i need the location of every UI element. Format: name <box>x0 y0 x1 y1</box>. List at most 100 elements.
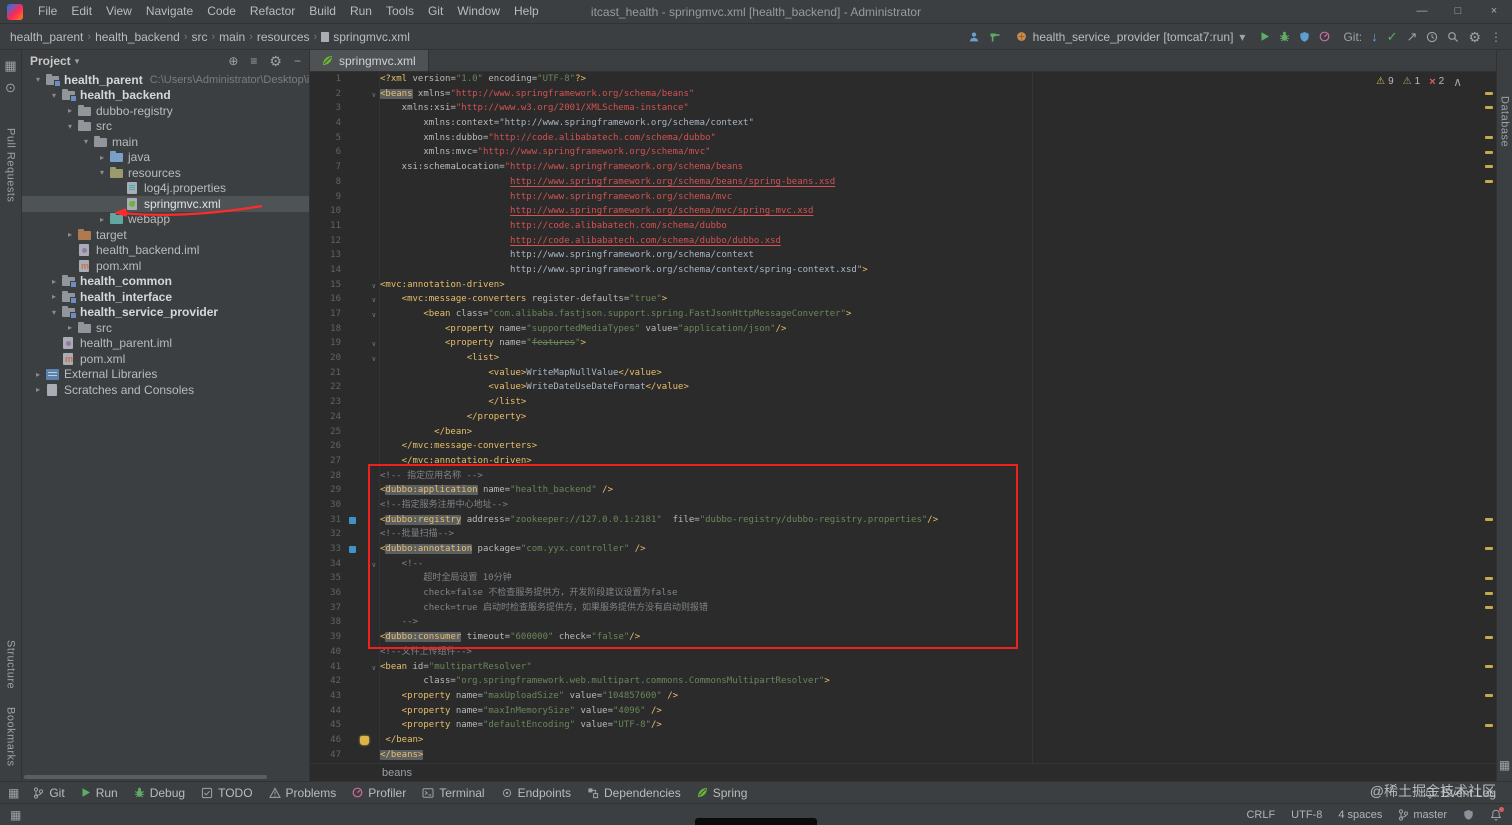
code-text[interactable]: http://www.springframework.org/schema/co… <box>380 248 1496 263</box>
tree-item[interactable]: ▸ Scratches and Consoles <box>22 382 309 398</box>
chevron-collapsed-icon[interactable]: ▸ <box>64 230 76 239</box>
chevron-collapsed-icon[interactable]: ▸ <box>64 323 76 332</box>
settings-icon[interactable]: ⚙ <box>1468 30 1481 44</box>
tree-item[interactable]: log4j.properties <box>22 181 309 197</box>
toolwindow-terminal[interactable]: Terminal <box>414 782 492 803</box>
code-text[interactable]: </beans> <box>380 748 1496 763</box>
push-icon[interactable]: ↗ <box>1407 30 1418 43</box>
project-horizontal-scrollbar[interactable] <box>24 775 267 779</box>
toolwindow-dependencies[interactable]: Dependencies <box>579 782 689 803</box>
code-line[interactable]: 28 <!-- 指定应用名称 --> <box>310 468 1496 484</box>
code-text[interactable]: xmlns:xsi="http://www.w3.org/2001/XMLSch… <box>380 101 1496 116</box>
breadcrumb-item[interactable]: main <box>219 30 245 44</box>
warning-stripe-mark[interactable] <box>1485 591 1493 595</box>
code-line[interactable]: 18 <property name="supportedMediaTypes" v… <box>310 321 1496 337</box>
code-text[interactable]: </list> <box>380 395 1496 410</box>
history-icon[interactable] <box>1426 31 1438 43</box>
code-text[interactable]: check=true 启动时检查服务提供方，如果服务提供方没有启动则报错 <box>380 601 1496 616</box>
code-text[interactable]: --> <box>380 615 1496 630</box>
chevron-expanded-icon[interactable]: ▾ <box>48 308 60 317</box>
code-line[interactable]: 9 http://www.springframework.org/schema/m… <box>310 189 1496 205</box>
tree-item[interactable]: ▸ health_interface <box>22 289 309 305</box>
menu-help[interactable]: Help <box>507 0 546 23</box>
code-text[interactable]: http://www.springframework.org/schema/mv… <box>380 190 1496 205</box>
code-line[interactable]: 32 <!--批量扫描--> <box>310 527 1496 542</box>
menu-navigate[interactable]: Navigate <box>139 0 200 23</box>
code-text[interactable]: <dubbo:registry address="zookeeper://127… <box>380 513 1496 528</box>
code-line[interactable]: 31 <dubbo:registry address="zookeeper://1… <box>310 512 1496 528</box>
code-text[interactable]: http://code.alibabatech.com/schema/dubbo… <box>380 234 1496 249</box>
weak-warnings-count[interactable]: ⚠ 1 <box>1403 75 1421 90</box>
warning-stripe-mark[interactable] <box>1485 635 1493 639</box>
chevron-collapsed-icon[interactable]: ▸ <box>96 153 108 162</box>
tool-stripe-database[interactable]: Database <box>1499 96 1511 147</box>
code-text[interactable]: xmlns:dubbo="http://code.alibabatech.com… <box>380 131 1496 146</box>
code-line[interactable]: 24 </property> <box>310 409 1496 425</box>
commit-icon[interactable]: ⊙ <box>5 81 16 94</box>
code-text[interactable]: <!--批量扫描--> <box>380 527 1496 542</box>
warning-stripe-mark[interactable] <box>1485 665 1493 668</box>
chevron-collapsed-icon[interactable]: ▸ <box>96 215 108 224</box>
warning-stripe-mark[interactable] <box>1485 106 1493 110</box>
code-line[interactable]: 21 <value>WriteMapNullValue</value> <box>310 365 1496 381</box>
code-line[interactable]: 4 xmlns:context="http://www.springframewo… <box>310 116 1496 131</box>
warning-stripe-mark[interactable] <box>1485 91 1493 95</box>
notifications-bell[interactable] <box>1490 806 1504 821</box>
code-with-me-icon[interactable] <box>968 31 980 43</box>
code-text[interactable]: <dubbo:annotation package="com.yyx.contr… <box>380 542 1496 557</box>
code-text[interactable]: <value>WriteMapNullValue</value> <box>380 366 1496 381</box>
tree-item[interactable]: pom.xml <box>22 258 309 274</box>
code-line[interactable]: 20 ∨ <list> <box>310 351 1496 366</box>
code-text[interactable]: </mvc:annotation-driven> <box>380 454 1496 469</box>
code-text[interactable]: <mvc:message-converters register-default… <box>380 292 1496 307</box>
chevron-expanded-icon[interactable]: ▾ <box>32 75 44 84</box>
code-text[interactable]: <?xml version="1.0" encoding="UTF-8"?> <box>380 72 1496 87</box>
menu-file[interactable]: File <box>31 0 64 23</box>
layout-icon[interactable]: ▦ <box>1499 759 1510 771</box>
more-icon[interactable]: ⋮ <box>1490 31 1502 43</box>
code-text[interactable]: <property name="defaultEncoding" value="… <box>380 718 1496 733</box>
tree-item[interactable]: ▸ target <box>22 227 309 243</box>
code-text[interactable]: <dubbo:application name="health_backend"… <box>380 483 1496 498</box>
code-text[interactable]: <list> <box>380 351 1496 366</box>
hide-icon[interactable]: − <box>294 54 301 68</box>
code-line[interactable]: 37 check=true 启动时检查服务提供方，如果服务提供方没有启动则报错 <box>310 600 1496 616</box>
status-utf-8[interactable]: UTF-8 <box>1291 809 1322 821</box>
chevron-collapsed-icon[interactable]: ▸ <box>48 277 60 286</box>
breadcrumb-item[interactable]: src <box>192 30 208 44</box>
run-icon[interactable] <box>1260 31 1270 42</box>
fold-icon[interactable]: ∨ <box>372 88 376 103</box>
code-line[interactable]: 33 <dubbo:annotation package="com.yyx.con… <box>310 542 1496 557</box>
code-line[interactable]: 36 check=false 不检查服务提供方，开发阶段建议设置为false <box>310 586 1496 601</box>
code-text[interactable]: <!--指定服务注册中心地址--> <box>380 498 1496 513</box>
code-text[interactable]: <property name="supportedMediaTypes" val… <box>380 322 1496 337</box>
menu-code[interactable]: Code <box>200 0 243 23</box>
code-text[interactable]: class="org.springframework.web.multipart… <box>380 674 1496 689</box>
toolwindow-problems[interactable]: Problems <box>261 782 345 803</box>
tree-item[interactable]: ▾ health_service_provider <box>22 305 309 321</box>
code-line[interactable]: 22 <value>WriteDateUseDateFormat</value> <box>310 380 1496 396</box>
code-text[interactable]: xsi:schemaLocation="http://www.springfra… <box>380 160 1496 175</box>
tree-item[interactable]: springmvc.xml <box>22 196 309 212</box>
code-text[interactable]: </bean> <box>380 425 1496 440</box>
code-line[interactable]: 47 </beans> <box>310 747 1496 763</box>
code-line[interactable]: 5 xmlns:dubbo="http://code.alibabatech.co… <box>310 130 1496 146</box>
chevron-expanded-icon[interactable]: ▾ <box>96 168 108 177</box>
menu-build[interactable]: Build <box>302 0 343 23</box>
code-line[interactable]: 45 <property name="defaultEncoding" value… <box>310 718 1496 733</box>
code-text[interactable]: http://www.springframework.org/schema/mv… <box>380 204 1496 219</box>
tree-item[interactable]: ▾ health_parent C:\Users\Administrator\Des… <box>22 72 309 88</box>
warnings-count[interactable]: ⚠ 9 <box>1376 75 1394 90</box>
chevron-collapsed-icon[interactable]: ▸ <box>32 385 44 394</box>
maximize-icon[interactable]: □ <box>1440 0 1476 23</box>
menu-window[interactable]: Window <box>450 0 507 23</box>
collapse-all-icon[interactable]: ≡ <box>250 54 257 68</box>
code-text[interactable]: <!-- 指定应用名称 --> <box>380 469 1496 484</box>
run-config-select[interactable]: health_service_provider [tomcat7:run] ▾ <box>1010 28 1252 46</box>
toolwindow-git[interactable]: Git <box>25 782 72 803</box>
code-line[interactable]: 44 <property name="maxInMemorySize" value… <box>310 703 1496 719</box>
coverage-icon[interactable] <box>1299 31 1310 43</box>
code-line[interactable]: 19 ∨ <property name="features"> <box>310 336 1496 352</box>
hector-icon[interactable] <box>1463 809 1474 821</box>
code-line[interactable]: 27 </mvc:annotation-driven> <box>310 453 1496 469</box>
